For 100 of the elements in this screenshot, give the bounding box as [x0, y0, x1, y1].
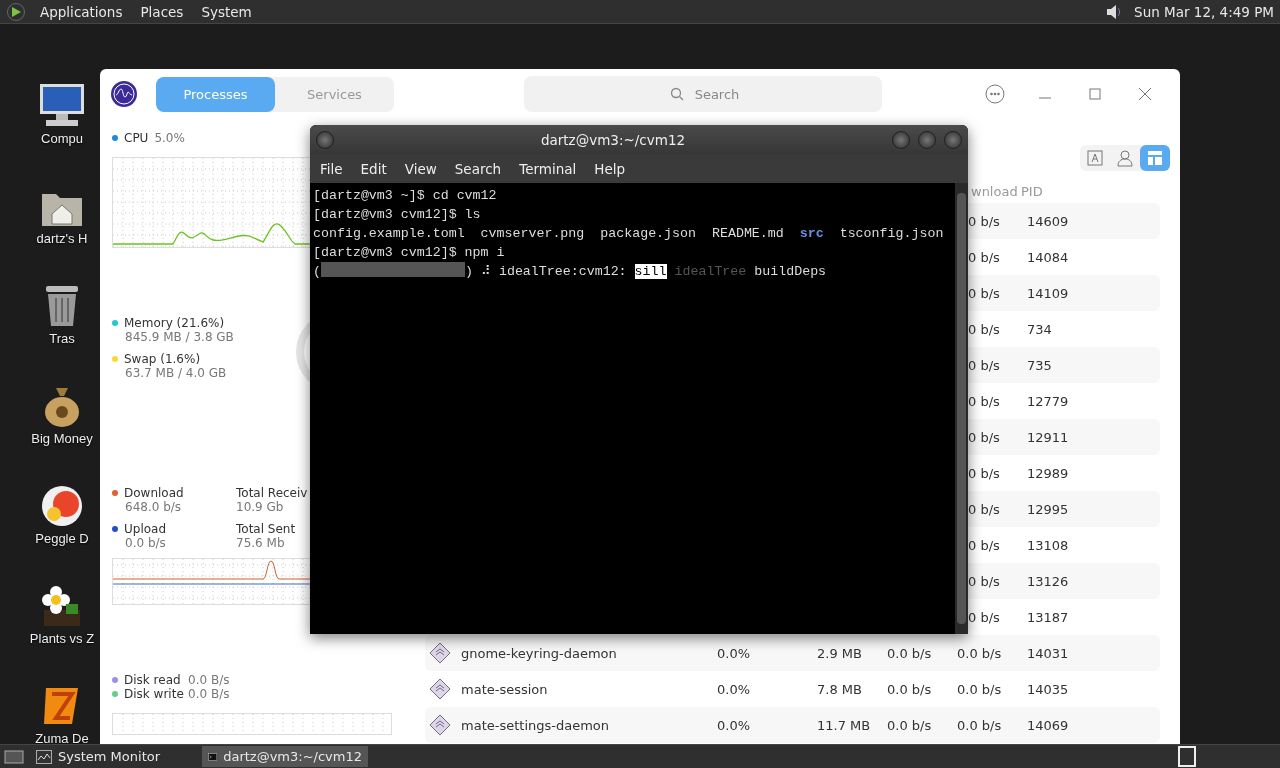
menu-item[interactable]: File [314, 161, 349, 177]
pid-cell: 12911 [1027, 429, 1069, 445]
memory-cell-text: 11.7 MB [817, 717, 872, 733]
search-field[interactable]: Search [524, 76, 882, 112]
pid-cell-text: 14069 [1027, 717, 1070, 733]
pid-cell: 14084 [1027, 249, 1069, 265]
search-icon [670, 87, 684, 101]
minimize-icon [1039, 96, 1051, 99]
desktop-icon-label[interactable]: Peggle D [35, 531, 89, 546]
terminal-text: ) ⠼ idealTree:cvm12: [465, 264, 628, 279]
minimize-button[interactable] [892, 131, 910, 149]
pid-cell: 12779 [1027, 393, 1069, 409]
disk-value: 0.0 B/s [188, 687, 231, 701]
show-desktop-icon[interactable] [4, 748, 24, 765]
process-row[interactable]: 0 b/s 12989 [968, 455, 1160, 491]
cpu-cell-text: 0.0% [717, 717, 752, 733]
menu-item[interactable]: Edit [354, 161, 393, 177]
pid-cell: 14109 [1027, 285, 1069, 301]
workspace-switcher[interactable] [1178, 746, 1196, 767]
pid-cell: 13108 [1027, 537, 1069, 553]
process-row[interactable]: 0 b/s 735 [968, 347, 1160, 383]
process-row[interactable]: 0 b/s 12911 [968, 419, 1160, 455]
window-menu-button[interactable] [316, 131, 334, 149]
desktop-icon-label[interactable]: Big Money [31, 431, 93, 446]
pid-cell: 735 [1027, 357, 1052, 373]
process-row[interactable]: 0 b/s 14609 [968, 203, 1160, 239]
menu-item[interactable]: Help [588, 161, 632, 177]
directory-name: src [799, 226, 824, 241]
cpu-cell-text: 0.0% [717, 681, 752, 697]
app-logo-icon [110, 80, 138, 108]
desktop-icon-label[interactable]: Zuma De [35, 731, 89, 746]
trash-icon [44, 284, 80, 328]
terminal-text: buildDeps [753, 264, 827, 279]
layout-icon [1145, 148, 1165, 168]
text-icon [1085, 148, 1105, 168]
panel-menu[interactable]: Places [136, 3, 188, 20]
menu-logo-icon[interactable] [6, 1, 26, 22]
pid-cell: 734 [1027, 321, 1052, 337]
scrollbar[interactable] [955, 183, 968, 634]
view-button[interactable] [1140, 145, 1170, 171]
taskbar-button[interactable]: dartz@vm3:~/cvm12 [202, 746, 368, 767]
process-row[interactable]: 0 b/s 13187 [968, 599, 1160, 635]
terminal-text: ( [313, 264, 321, 279]
network-value: 648.0 b/s [124, 500, 183, 514]
download-cell-text: 0 b/s [968, 429, 1001, 445]
desktop-icon-label[interactable]: Plants vs Z [29, 631, 95, 646]
terminal-text: [dartz@vm3 cvm12]$ ls [313, 207, 481, 222]
pid-cell: 13126 [1027, 573, 1069, 589]
disk-label: Disk read [124, 673, 181, 687]
more-button[interactable] [984, 83, 1006, 105]
diamond-icon [428, 713, 452, 737]
network-label: Download [124, 486, 184, 500]
menu-item[interactable]: Search [448, 161, 508, 177]
download-cell-text: 0 b/s [968, 249, 1001, 265]
cpu-value: 5.0% [154, 131, 185, 145]
download-cell-text: 0 b/s [968, 357, 1001, 373]
process-row[interactable]: 0 b/s 13108 [968, 527, 1160, 563]
download-cell-text: 0 b/s [968, 285, 1001, 301]
disk-value: 0.0 B/s [188, 673, 231, 687]
process-row[interactable]: 0 b/s 14109 [968, 275, 1160, 311]
memory-cell-text: 7.8 MB [817, 681, 863, 697]
diamond-icon [428, 641, 452, 665]
maximize-button[interactable] [918, 131, 936, 149]
terminal-text: [dartz@vm3 cvm12]$ npm i [313, 245, 505, 260]
process-row[interactable]: mate-session 0.0% 7.8 MB 0.0 b/s 0.0 b/s 14035 [425, 671, 1160, 707]
memory-cell-text: 2.9 MB [817, 645, 863, 661]
pid-cell: 12989 [1027, 465, 1069, 481]
terminal-text: config.example.toml cvmserver.png package.json README.md [313, 226, 785, 241]
total-label: Total Receiv [236, 486, 309, 500]
user-icon [1115, 148, 1135, 168]
desktop-icon-label[interactable]: dartz's H [36, 231, 88, 246]
panel-menu[interactable]: Applications [36, 3, 127, 20]
download-cell-text: 0 b/s [968, 501, 1001, 517]
download-cell-text: 0 b/s [968, 465, 1001, 481]
process-row[interactable]: 0 b/s 12995 [968, 491, 1160, 527]
process-row[interactable]: 0 b/s 13126 [968, 563, 1160, 599]
more-icon [984, 83, 1006, 105]
pid-cell-text: 14031 [1027, 645, 1070, 661]
process-row[interactable]: gnome-keyring-daemon 0.0% 2.9 MB 0.0 b/s 0.0 b/s 14031 [425, 635, 1160, 671]
total-value: 10.9 Gb [236, 500, 285, 514]
clock[interactable]: Sun Mar 12, 4:49 PM [1134, 3, 1274, 20]
process-name: gnome-keyring-daemon [461, 645, 618, 661]
download-cell-text: 0 b/s [968, 321, 1001, 337]
desktop-icon-label[interactable]: Compu [41, 131, 83, 146]
cpu-label: CPU [124, 131, 149, 145]
process-name: mate-session [461, 681, 549, 697]
memory-detail: 63.7 MB / 4.0 GB [124, 366, 228, 380]
process-row[interactable]: mate-settings-daemon 0.0% 11.7 MB 0.0 b/s 0.0 b/s 14069 [425, 707, 1160, 743]
process-row[interactable]: 0 b/s 734 [968, 311, 1160, 347]
close-button[interactable] [944, 131, 962, 149]
taskbar-button[interactable]: System Monitor [30, 746, 196, 767]
panel-menu[interactable]: System [197, 3, 256, 20]
process-row[interactable]: 0 b/s 14084 [968, 239, 1160, 275]
upload-cell-text: 0.0 b/s [887, 717, 933, 733]
computer-icon [38, 82, 86, 128]
desktop-icon-label[interactable]: Tras [49, 331, 75, 346]
memory-label: Memory (21.6%) [124, 316, 225, 330]
menu-item[interactable]: Terminal [513, 161, 583, 177]
menu-item[interactable]: View [398, 161, 443, 177]
process-row[interactable]: 0 b/s 12779 [968, 383, 1160, 419]
